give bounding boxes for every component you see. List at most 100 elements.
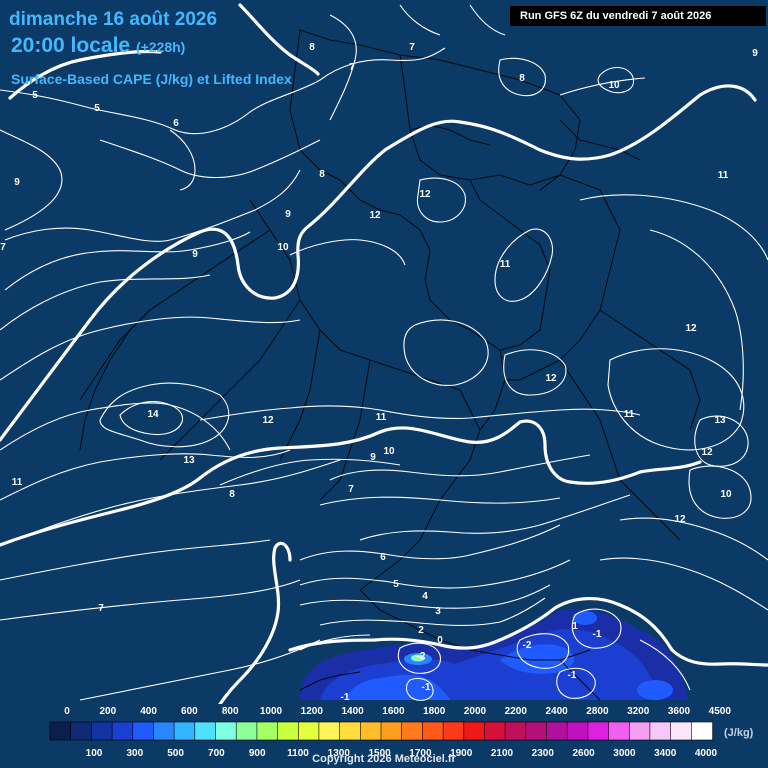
contour-label: 8 <box>229 489 235 500</box>
contour-label: 10 <box>608 80 620 91</box>
legend-swatch <box>628 721 651 741</box>
legend-top-label: 2400 <box>545 706 568 717</box>
forecast-offset: (+228h) <box>135 39 186 55</box>
legend-top-label: 400 <box>140 706 157 717</box>
contour-label: 12 <box>419 189 431 200</box>
contour-label: 12 <box>685 323 697 334</box>
legend-swatch <box>525 721 548 741</box>
contour-label: 9 <box>752 48 758 59</box>
contour-label: 8 <box>319 169 325 180</box>
forecast-time: 20:00 locale (+228h) <box>11 34 185 58</box>
legend-top-label: 1000 <box>260 706 283 717</box>
contour-label: 12 <box>545 373 557 384</box>
legend-top-label: 200 <box>99 706 116 717</box>
legend-swatch <box>649 721 672 741</box>
cape-color-scale <box>49 721 713 741</box>
legend-swatch <box>215 721 238 741</box>
legend-swatch <box>277 721 300 741</box>
legend-swatch <box>442 721 465 741</box>
contour-label: -2 <box>523 640 532 651</box>
contour-label: 2 <box>418 625 424 636</box>
legend-swatch <box>670 721 693 741</box>
contour-label: -1 <box>422 682 431 693</box>
legend-top-label: 1600 <box>382 706 405 717</box>
contour-label: 1 <box>572 621 578 632</box>
legend-swatch <box>587 721 610 741</box>
contour-label: 7 <box>0 242 6 253</box>
legend-swatch <box>359 721 382 741</box>
contour-label: 11 <box>376 412 387 423</box>
map-panel: 8 7 7 9 5 5 8 10 6 9 8 12 11 9 12 10 9 7… <box>0 0 768 768</box>
copyright: Copyright 2026 Meteociel.fr <box>312 753 456 765</box>
legend-swatch <box>608 721 631 741</box>
legend-top-label: 2800 <box>586 706 609 717</box>
contour-label: 10 <box>383 446 395 457</box>
forecast-date: dimanche 16 août 2026 <box>9 9 218 30</box>
contour-label: 10 <box>277 242 289 253</box>
contour-label: 12 <box>701 447 713 458</box>
contour-label: 12 <box>674 514 686 525</box>
legend-top-label: 600 <box>181 706 198 717</box>
forecast-local-time: 20:00 locale <box>11 34 131 57</box>
contour-label: 11 <box>500 259 511 270</box>
legend-top-label: 3600 <box>668 706 691 717</box>
contour-label: 7 <box>98 603 104 614</box>
legend-top-label: 4500 <box>709 706 732 717</box>
contour-label: 8 <box>519 73 525 84</box>
contour-label: 4 <box>422 591 428 602</box>
legend-swatch <box>566 721 589 741</box>
contour-label: 12 <box>262 415 274 426</box>
contour-label: 6 <box>173 118 179 129</box>
legend-swatch <box>91 721 114 741</box>
contour-label: 5 <box>94 103 100 114</box>
legend-swatch <box>484 721 506 741</box>
contour-label: 14 <box>147 409 159 420</box>
legend-swatch <box>153 721 175 741</box>
contour-label: 11 <box>718 170 729 181</box>
contour-label: 11 <box>12 477 23 488</box>
contour-label: -1 <box>341 692 350 703</box>
legend-swatch <box>70 721 93 741</box>
legend-top-label: 1200 <box>301 706 324 717</box>
contour-label: 13 <box>714 415 726 426</box>
contour-label: 12 <box>369 210 381 221</box>
legend-top-label: 1400 <box>341 706 364 717</box>
legend-swatch <box>690 721 713 741</box>
legend-swatch <box>132 721 155 741</box>
contour-label: 8 <box>309 42 315 53</box>
legend-swatch <box>173 721 196 741</box>
legend-swatch <box>463 721 486 741</box>
legend-swatch <box>401 721 424 741</box>
legend-swatch <box>256 721 279 741</box>
contour-label: 7 <box>349 62 355 73</box>
legend-top-label: 800 <box>222 706 239 717</box>
legend-swatch <box>546 721 569 741</box>
legend-top-label: 3200 <box>627 706 650 717</box>
contour-label: 9 <box>14 177 20 188</box>
legend-swatch <box>194 721 217 741</box>
cape-map: 8 7 7 9 5 5 8 10 6 9 8 12 11 9 12 10 9 7… <box>0 0 768 768</box>
legend-unit: (J/kg) <box>724 727 754 739</box>
legend-swatch <box>339 721 362 741</box>
contour-label: 9 <box>285 209 291 220</box>
contour-label: -1 <box>593 629 602 640</box>
contour-label: 6 <box>380 552 386 563</box>
run-info: Run GFS 6Z du vendredi 7 août 2026 <box>510 6 766 26</box>
contour-label: 9 <box>192 249 198 260</box>
legend-swatch <box>318 721 341 741</box>
legend-swatch <box>49 721 72 741</box>
contour-label: -1 <box>568 670 577 681</box>
contour-label: -2 <box>417 651 426 662</box>
legend-swatch <box>504 721 527 741</box>
contour-label: 9 <box>370 452 376 463</box>
contour-label: 3 <box>435 606 441 617</box>
contour-label: 0 <box>437 635 443 646</box>
legend-top-label: 0 <box>64 706 70 717</box>
legend-swatch <box>422 721 444 741</box>
contour-label: 11 <box>624 409 635 420</box>
contour-label: 5 <box>32 90 38 101</box>
legend-swatch <box>380 721 403 741</box>
legend-top-label: 1800 <box>423 706 446 717</box>
contour-label: 10 <box>720 489 732 500</box>
legend-top-label: 2000 <box>464 706 487 717</box>
